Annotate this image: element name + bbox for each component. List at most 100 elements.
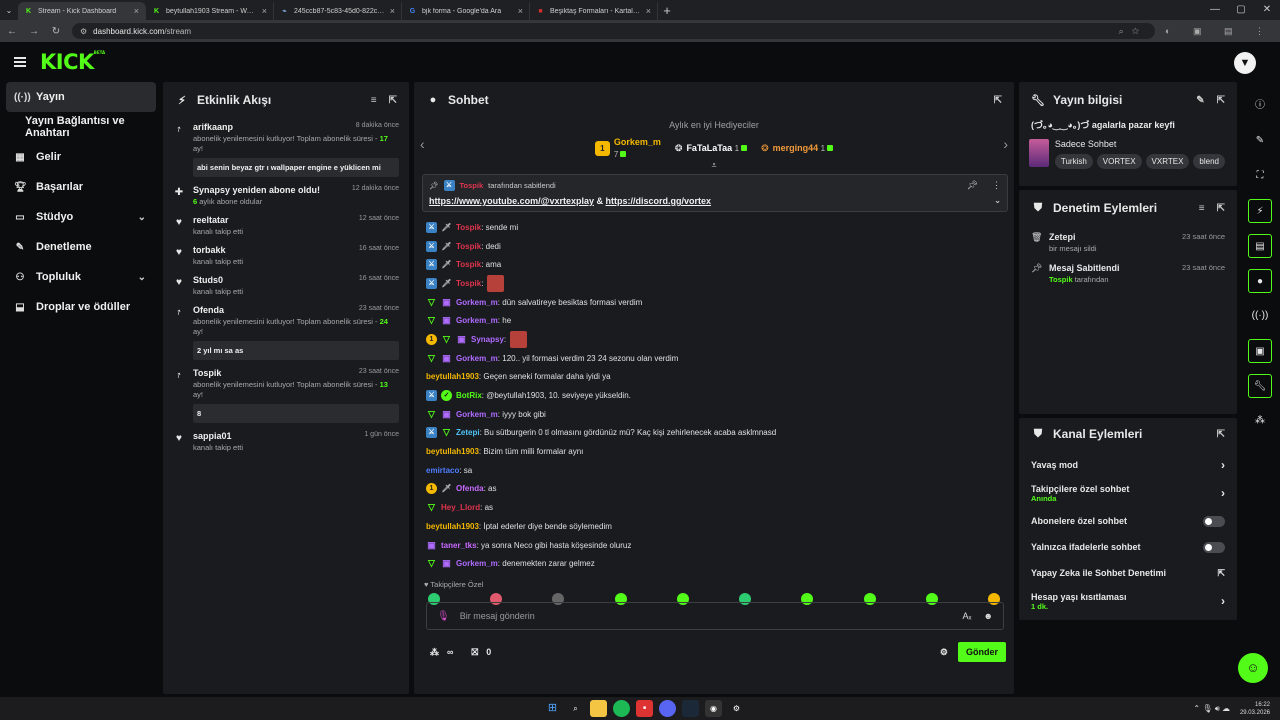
translate-icon[interactable]: Aₓ (963, 611, 972, 621)
channel-action[interactable]: Yalnızca ifadelerle sohbet (1019, 534, 1237, 560)
chat-message[interactable]: ▽ ▣ Gorkem_m: dün salvatireye besiktas for… (426, 293, 1002, 312)
chat-message[interactable]: beytullah1903: İptal ederler diye bende … (426, 517, 1002, 536)
edit-icon[interactable]: ✎ (1196, 95, 1204, 106)
mod-action-name[interactable]: Mesaj Sabitlendi (1049, 263, 1120, 273)
gifters-prev-icon[interactable]: ‹ (420, 136, 425, 152)
chat-username[interactable]: Zetepi (456, 428, 480, 437)
broadcast-icon[interactable]: ((·)) (1248, 304, 1272, 328)
chat-message[interactable]: beytullah1903: Bizim tüm milli formalar … (426, 442, 1002, 461)
browser-tab[interactable]: ⌁ 245ccb87-5c83-45d0-822c-7b × (274, 2, 402, 20)
chat-message[interactable]: ⚔ ▽ Zetepi: Bu sütburgerin 0 tl olmasını g… (426, 424, 1002, 443)
channel-action[interactable]: Abonelere özel sohbet (1019, 508, 1237, 534)
sidebar-item[interactable]: ⚇ Topluluk ⌄ (6, 262, 156, 292)
maximize-icon[interactable]: ▢ (1228, 0, 1254, 20)
tools-icon[interactable]: 🔧︎ (1248, 374, 1272, 398)
browser-tab[interactable]: K Stream - Kick Dashboard × (18, 2, 146, 20)
chat-username[interactable]: Tospik (456, 223, 481, 232)
kick-logo[interactable]: KICKBETA (40, 50, 105, 74)
mic-icon[interactable]: 🎙︎ (437, 611, 450, 622)
steam-icon[interactable] (682, 700, 699, 717)
stream-tag[interactable]: VORTEX (1096, 154, 1142, 169)
chat-username[interactable]: Gorkem_m (456, 410, 498, 419)
stream-info-popout-icon[interactable]: ⇱ (1217, 95, 1225, 106)
chat-settings-icon[interactable]: ⚙ (940, 647, 948, 658)
chat-username[interactable]: beytullah1903 (426, 372, 479, 381)
browser-tab[interactable]: Kbeytullah1903 Stream - Watch × (146, 2, 274, 20)
external-link-icon[interactable]: ⇱ (1217, 568, 1225, 579)
sidebar-item[interactable]: ✎ Denetleme (6, 232, 156, 262)
reload-icon[interactable]: ↻ (50, 26, 62, 37)
chat-username[interactable]: BotRix (456, 391, 482, 400)
activity-user[interactable]: arifkaanp (193, 122, 233, 132)
clock[interactable]: 16:22 29.03.2026 (1240, 701, 1270, 717)
tab-close-icon[interactable]: × (390, 6, 395, 16)
sidebar-item[interactable]: ⬓ Droplar ve ödüller (6, 292, 156, 322)
new-tab-button[interactable]: + (658, 3, 676, 18)
channel-popout-icon[interactable]: ⇱ (1217, 429, 1225, 440)
chevron-right-icon[interactable]: › (1221, 458, 1225, 472)
chat-message[interactable]: ▣ taner_tks: ya sonra Neco gibi hasta köş… (426, 536, 1002, 555)
chat-popout-icon[interactable]: ⇱ (994, 95, 1002, 106)
activity-user[interactable]: Synapsy yeniden abone oldu! (193, 185, 320, 195)
explorer-icon[interactable] (590, 700, 607, 717)
chevron-down-icon[interactable]: ⌄ (138, 272, 146, 283)
chat-message[interactable]: ⚔ 🗡︎ Tospik: sende mi (426, 218, 1002, 237)
gifter[interactable]: ❂ FaTaLaTaa 1 (675, 136, 748, 161)
emoji-icon[interactable]: ☻ (984, 611, 993, 621)
chat-username[interactable]: Gorkem_m (456, 559, 498, 568)
chat-username[interactable]: Gorkem_m (456, 354, 498, 363)
back-icon[interactable]: ← (6, 26, 18, 37)
tab-close-icon[interactable]: × (262, 6, 267, 16)
chat-username[interactable]: emirtaco (426, 466, 459, 475)
pinned-more-icon[interactable]: ⋮ (992, 180, 1001, 191)
chat-fab-icon[interactable]: ☺ (1238, 653, 1268, 683)
sidebar-item[interactable]: ▦ Gelir (6, 142, 156, 172)
chrome-icon[interactable]: ◉ (705, 700, 722, 717)
extensions-icons[interactable]: ◐ ▣ ▤ ⋮ (1165, 26, 1274, 37)
gifter[interactable]: 1 Gorkem_m 7 (594, 136, 661, 161)
chat-message[interactable]: emirtaco: sa (426, 461, 1002, 480)
sidebar-item[interactable]: ((·)) Yayın (6, 82, 156, 112)
user-avatar[interactable]: ▼ (1234, 52, 1256, 74)
discord-icon[interactable] (659, 700, 676, 717)
chat-message[interactable]: 1 ▽ ▣ Synapsy: (426, 330, 1002, 349)
lightning-icon[interactable]: ⚡︎ (1248, 199, 1272, 223)
activity-user[interactable]: reeltatar (193, 215, 229, 225)
zoom-icon[interactable]: ⌕ (1119, 26, 1132, 36)
sidebar-item[interactable]: 🏆︎ Başarılar (6, 172, 156, 202)
activity-user[interactable]: Ofenda (193, 305, 224, 315)
chat-message[interactable]: ⚔ ✓ BotRix: @beytullah1903, 10. seviyeye y… (426, 386, 1002, 405)
chat-username[interactable]: Ofenda (456, 484, 484, 493)
channel-action[interactable]: Yavaş mod › (1019, 452, 1237, 478)
send-button[interactable]: Gönder (957, 642, 1006, 662)
chat-username[interactable]: beytullah1903 (426, 447, 479, 456)
info-icon[interactable]: ⓘ (1248, 94, 1272, 118)
chat-message[interactable]: ⚔ 🗡︎ Tospik: ama (426, 255, 1002, 274)
chat-username[interactable]: Tospik (456, 260, 481, 269)
channel-action[interactable]: Hesap yaşı kısıtlaması 1 dk. › (1019, 586, 1237, 616)
sidebar-item[interactable]: Yayın Bağlantısı ve Anahtarı (6, 112, 156, 142)
channel-action[interactable]: Yapay Zeka ile Sohbet Denetimi ⇱ (1019, 560, 1237, 586)
chat-username[interactable]: Hey_Llord (441, 503, 480, 512)
search-icon[interactable]: ⌕ (567, 700, 584, 717)
chat-username[interactable]: Tospik (456, 279, 481, 288)
stream-tag[interactable]: Turkish (1054, 154, 1093, 169)
activity-user[interactable]: Studs0 (193, 275, 223, 285)
gifters-next-icon[interactable]: › (1003, 136, 1008, 152)
filter-icon[interactable]: ≡ (371, 95, 377, 106)
start-icon[interactable]: ⊞ (544, 700, 561, 717)
tray-icons[interactable]: ⌃ 🎙︎ 🔊︎ ☁ (1193, 704, 1230, 714)
activity-user[interactable]: torbakk (193, 245, 226, 255)
gifters-expand-icon[interactable]: ⩡ (414, 160, 1014, 171)
bookmark-star-icon[interactable]: ☆ (1132, 26, 1147, 36)
pinned-collapse-icon[interactable]: ⌄ (994, 196, 1001, 206)
gifter[interactable]: ❂ merging44 1 (761, 136, 834, 161)
chat-message[interactable]: ▽ Hey_Llord: as (426, 498, 1002, 517)
chat-username[interactable]: beytullah1903 (426, 522, 479, 531)
pencil-icon[interactable]: ✎ (1248, 129, 1272, 153)
chat-message[interactable]: ⚔ 🗡︎ Tospik: (426, 274, 1002, 293)
chat-username[interactable]: taner_tks (441, 541, 477, 550)
stream-tag[interactable]: blend (1193, 154, 1225, 169)
chat-message[interactable]: ⚔ 🗡︎ Tospik: dedi (426, 237, 1002, 256)
points-icon[interactable]: ⁂ (430, 647, 439, 658)
